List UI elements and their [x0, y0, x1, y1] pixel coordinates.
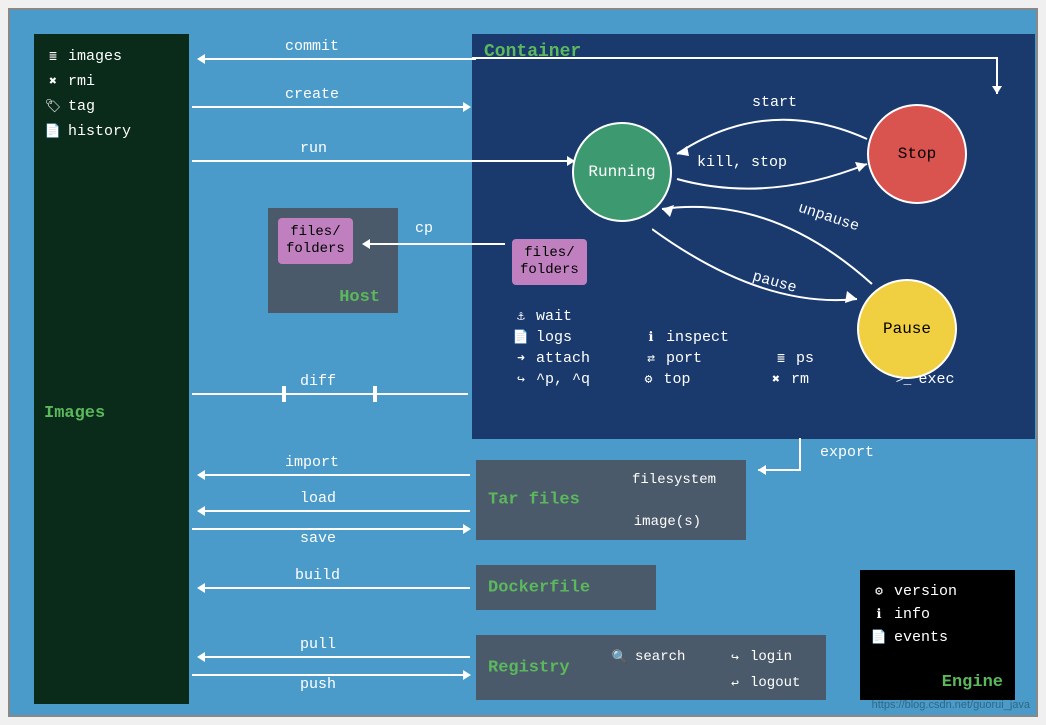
container-commands: ⚓wait 📄logs ℹinspect ➜attach ⇄port ≣ps ↪… — [512, 304, 1022, 392]
swap-icon: ⇄ — [642, 351, 660, 366]
engine-info: ℹ info — [870, 603, 1005, 626]
list-icon: ≣ — [44, 49, 62, 64]
doc-icon: 📄 — [870, 630, 888, 645]
images-item: ≣ images — [44, 44, 179, 69]
label: images — [68, 48, 122, 65]
anchor-icon: ⚓ — [512, 309, 530, 324]
arrow-load — [200, 510, 470, 512]
edge-push: push — [300, 676, 336, 693]
host-panel: files/ folders Host — [268, 208, 398, 313]
edge-killstop: kill, stop — [697, 154, 787, 171]
edge-import: import — [285, 454, 339, 471]
cmd-logs: 📄logs — [512, 329, 642, 346]
tag-item: 🏷 tag — [44, 94, 179, 119]
arrow-diff — [192, 393, 468, 395]
cmd-attach: ➜attach — [512, 350, 642, 367]
state-running: Running — [572, 122, 672, 222]
cmd-detach: ↪^p, ^q — [512, 371, 640, 388]
engine-events: 📄 events — [870, 626, 1005, 649]
registry-box: Registry 🔍 search ↪ login ↩ logout — [476, 635, 826, 700]
cmd-wait: ⚓wait — [512, 308, 642, 325]
edge-load: load — [300, 490, 336, 507]
engine-panel: ⚙ version ℹ info 📄 events Engine — [860, 570, 1015, 700]
gear-icon: ⚙ — [640, 372, 658, 387]
host-title: Host — [339, 288, 380, 307]
cmd-logout: ↩ logout — [726, 675, 800, 691]
container-files-folders: files/ folders — [512, 239, 587, 285]
arrow-cp — [365, 243, 505, 245]
cmd-rm: ✖rm — [767, 371, 895, 388]
edge-cp: cp — [415, 220, 433, 237]
cmd-exec: >_exec — [895, 371, 1023, 388]
dockerfile-box: Dockerfile — [476, 565, 656, 610]
images-title: Images — [44, 404, 179, 423]
host-files-folders: files/ folders — [278, 218, 353, 264]
label: tag — [68, 98, 95, 115]
container-panel: Container Running Stop Pause start kill,… — [472, 34, 1035, 439]
watermark: https://blog.csdn.net/guorui_java — [872, 699, 1030, 711]
edge-commit: commit — [285, 38, 339, 55]
images-panel: ≣ images ✖ rmi 🏷 tag 📄 history Images — [34, 34, 189, 704]
doc-icon: 📄 — [44, 124, 62, 139]
info-icon: ℹ — [870, 607, 888, 622]
logout-icon: ↩ — [726, 676, 744, 691]
list-icon: ≣ — [772, 351, 790, 366]
cmd-ps: ≣ps — [772, 350, 902, 367]
tarfiles-title: Tar files — [488, 491, 580, 510]
out-icon: ↪ — [512, 372, 530, 387]
engine-title: Engine — [942, 673, 1003, 692]
edge-build: build — [295, 567, 340, 584]
arrow-import — [200, 474, 470, 476]
cmd-search: 🔍 search — [611, 649, 685, 665]
cmd-top: ⚙top — [640, 371, 768, 388]
gear-icon: ⚙ — [870, 584, 888, 599]
state-stop: Stop — [867, 104, 967, 204]
dockerfile-title: Dockerfile — [488, 578, 590, 597]
tarfiles-box: Tar files filesystem image(s) — [476, 460, 746, 540]
arrow-icon: ➜ — [512, 351, 530, 366]
x-icon: ✖ — [767, 372, 785, 387]
edge-run: run — [300, 140, 327, 157]
arrow-run — [192, 160, 572, 162]
cmd-inspect: ℹinspect — [642, 329, 772, 346]
arrow-pull — [200, 656, 470, 658]
label: history — [68, 123, 131, 140]
search-icon: 🔍 — [611, 650, 629, 665]
tarfiles-images: image(s) — [634, 514, 701, 530]
edge-save: save — [300, 530, 336, 547]
tarfiles-filesystem: filesystem — [632, 472, 716, 488]
container-title: Container — [484, 42, 581, 62]
cmd-login: ↪ login — [726, 649, 792, 665]
label: rmi — [68, 73, 95, 90]
engine-version: ⚙ version — [870, 580, 1005, 603]
edge-pull: pull — [300, 636, 336, 653]
arrow-build — [200, 587, 470, 589]
diagram-canvas: ≣ images ✖ rmi 🏷 tag 📄 history Images Co… — [8, 8, 1038, 717]
tag-icon: 🏷 — [44, 99, 62, 114]
terminal-icon: >_ — [895, 372, 913, 387]
edge-create: create — [285, 86, 339, 103]
edge-start: start — [752, 94, 797, 111]
edge-diff: diff — [300, 373, 336, 390]
registry-title: Registry — [488, 658, 570, 677]
edge-pause: pause — [751, 268, 799, 297]
history-item: 📄 history — [44, 119, 179, 144]
cmd-port: ⇄port — [642, 350, 772, 367]
arrow-create — [192, 106, 468, 108]
doc-icon: 📄 — [512, 330, 530, 345]
edge-unpause: unpause — [796, 200, 861, 236]
login-icon: ↪ — [726, 650, 744, 665]
x-icon: ✖ — [44, 74, 62, 89]
info-icon: ℹ — [642, 330, 660, 345]
edge-export: export — [820, 444, 874, 461]
arrow-commit — [200, 58, 476, 60]
rmi-item: ✖ rmi — [44, 69, 179, 94]
